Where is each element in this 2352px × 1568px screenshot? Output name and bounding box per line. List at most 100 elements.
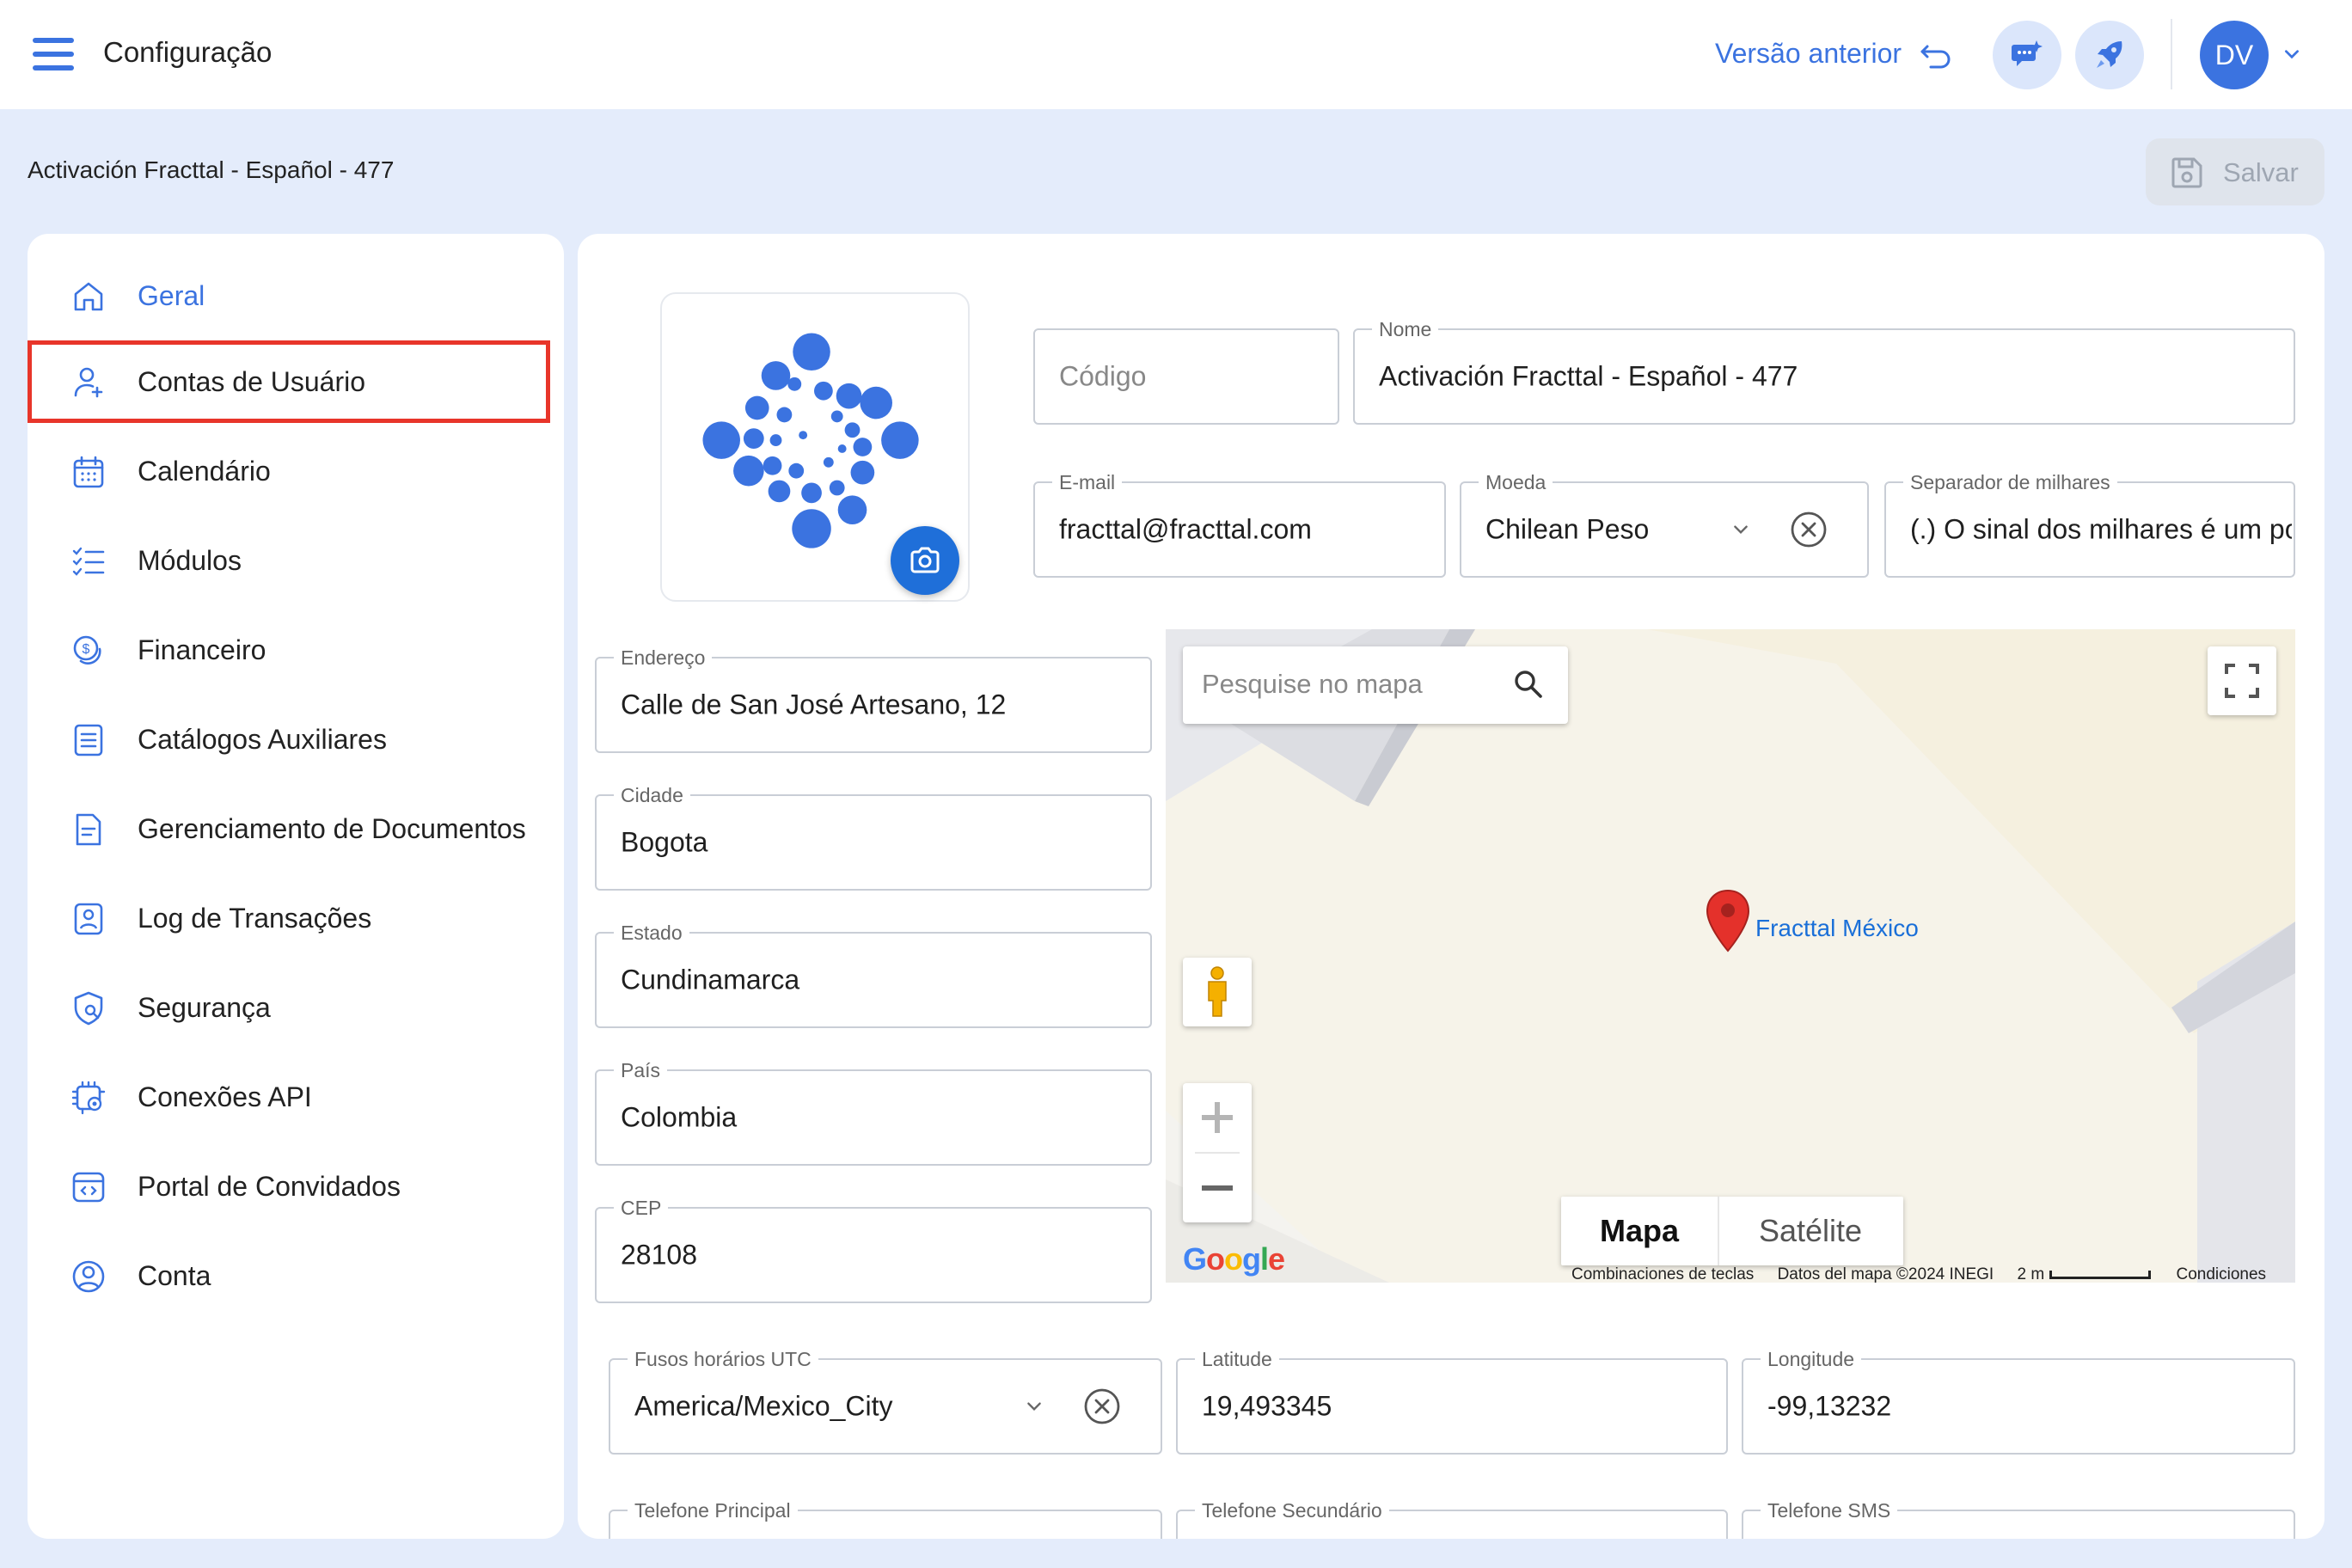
user-avatar[interactable]: DV xyxy=(2200,21,2269,89)
codigo-field[interactable]: Código xyxy=(1033,328,1339,425)
telefone-secundario-field[interactable]: Telefone Secundário xyxy=(1176,1499,1728,1539)
nome-label: Nome xyxy=(1372,318,1439,341)
security-icon xyxy=(74,991,103,1026)
clear-icon[interactable] xyxy=(1083,1387,1121,1425)
pais-value: Colombia xyxy=(621,1101,738,1133)
cidade-label: Cidade xyxy=(614,784,690,807)
telefone-sms-field[interactable]: Telefone SMS xyxy=(1742,1499,2295,1539)
cidade-field[interactable]: Cidade Bogota xyxy=(595,784,1152,891)
hamburger-menu-icon[interactable] xyxy=(33,38,76,72)
map-tiles xyxy=(1166,629,2295,1283)
map-scale-bar xyxy=(2049,1270,2152,1279)
previous-version-link[interactable]: Versão anterior xyxy=(1715,38,1902,70)
separador-value: (.) O sinal dos milhares é um ponto xyxy=(1910,513,2292,545)
fuso-horario-select[interactable]: Fusos horários UTC America/Mexico_City xyxy=(609,1348,1162,1455)
checklist-icon xyxy=(72,547,105,576)
telefone-principal-label: Telefone Principal xyxy=(628,1499,798,1522)
street-view-pegman[interactable] xyxy=(1183,958,1252,1026)
sidebar-item-modulos[interactable]: Módulos xyxy=(28,519,550,602)
sidebar-item-catalogos-auxiliares[interactable]: Catálogos Auxiliares xyxy=(28,698,550,781)
chevron-down-icon[interactable] xyxy=(2282,45,2301,64)
sidebar-item-label: Segurança xyxy=(138,992,271,1023)
sidebar-item-conta[interactable]: Conta xyxy=(28,1234,550,1317)
sidebar-item-gerenciamento-de-documentos[interactable]: Gerenciamento de Documentos xyxy=(28,787,550,870)
top-bar: Configuração Versão anterior DV xyxy=(0,0,2352,109)
document-icon xyxy=(76,813,101,846)
undo-icon[interactable] xyxy=(1919,38,1953,72)
sidebar-item-portal-de-convidados[interactable]: Portal de Convidados xyxy=(28,1145,550,1228)
save-button[interactable]: Salvar xyxy=(2146,138,2324,205)
map-pin-icon[interactable] xyxy=(1704,887,1752,956)
moeda-select[interactable]: Moeda Chilean Peso xyxy=(1460,471,1869,578)
chat-ai-button[interactable] xyxy=(1993,21,2061,89)
moeda-value: Chilean Peso xyxy=(1485,513,1650,545)
telefone-secundario-label: Telefone Secundário xyxy=(1195,1499,1389,1522)
endereco-field[interactable]: Endereço Calle de San José Artesano, 12 xyxy=(595,646,1152,753)
sidebar-item-label: Geral xyxy=(138,280,205,311)
longitude-field[interactable]: Longitude -99,13232 xyxy=(1742,1348,2295,1455)
home-icon xyxy=(74,282,103,311)
settings-sidebar: Geral Contas de Usuário Calendário Módul… xyxy=(28,234,564,1539)
map-fullscreen-button[interactable] xyxy=(2208,646,2276,715)
map-type-control: Mapa Satélite xyxy=(1561,1197,1903,1265)
general-settings-panel: Código Nome Activación Fracttal - Españo… xyxy=(578,234,2324,1539)
sidebar-item-contas-de-usuario[interactable]: Contas de Usuário xyxy=(28,340,550,423)
map-keyboard-shortcuts[interactable]: Combinaciones de teclas xyxy=(1571,1265,1754,1283)
upload-logo-button[interactable] xyxy=(891,526,959,595)
sidebar-item-calendario[interactable]: Calendário xyxy=(28,430,550,512)
chevron-down-icon[interactable] xyxy=(1731,520,1750,539)
svg-text:$: $ xyxy=(83,642,90,657)
nome-field[interactable]: Nome Activación Fracttal - Español - 477 xyxy=(1353,318,2295,425)
onboarding-rocket-button[interactable] xyxy=(2075,21,2144,89)
company-name-heading: Activación Fracttal - Español - 477 xyxy=(28,156,395,183)
latitude-field[interactable]: Latitude 19,493345 xyxy=(1176,1348,1728,1455)
camera-icon xyxy=(910,547,940,573)
map-terms-link[interactable]: Condiciones xyxy=(2176,1265,2266,1283)
chevron-down-icon[interactable] xyxy=(1025,1397,1044,1416)
google-logo: Google xyxy=(1183,1241,1285,1277)
cep-label: CEP xyxy=(614,1197,669,1220)
map-pin-label[interactable]: Fracttal México xyxy=(1755,915,1919,942)
latitude-value: 19,493345 xyxy=(1202,1390,1332,1422)
email-value: fracttal@fracttal.com xyxy=(1059,513,1312,545)
map-zoom-controls xyxy=(1183,1083,1252,1222)
sidebar-item-log-de-transacoes[interactable]: Log de Transações xyxy=(28,877,550,959)
separador-label: Separador de milhares xyxy=(1903,471,2117,494)
map-type-mapa[interactable]: Mapa xyxy=(1561,1197,1718,1265)
sidebar-item-financeiro[interactable]: $ Financeiro xyxy=(28,609,550,691)
map-type-satelite[interactable]: Satélite xyxy=(1718,1197,1902,1265)
calendar-icon xyxy=(73,456,104,488)
email-label: E-mail xyxy=(1052,471,1123,494)
search-icon[interactable] xyxy=(1511,667,1546,701)
sidebar-item-label: Conta xyxy=(138,1260,211,1291)
sidebar-item-label: Log de Transações xyxy=(138,903,372,934)
save-icon xyxy=(2171,157,2202,188)
latitude-label: Latitude xyxy=(1195,1348,1279,1371)
clear-icon[interactable] xyxy=(1790,511,1828,548)
cep-field[interactable]: CEP 28108 xyxy=(595,1197,1152,1303)
estado-field[interactable]: Estado Cundinamarca xyxy=(595,922,1152,1028)
pais-label: País xyxy=(614,1059,668,1082)
zoom-in-icon[interactable] xyxy=(1183,1083,1252,1152)
sidebar-item-conexoes-api[interactable]: Conexões API xyxy=(28,1056,550,1138)
sidebar-item-seguranca[interactable]: Segurança xyxy=(28,966,550,1049)
separador-milhares-select[interactable]: Separador de milhares (.) O sinal dos mi… xyxy=(1884,471,2295,578)
email-field[interactable]: E-mail fracttal@fracttal.com xyxy=(1033,471,1446,578)
estado-label: Estado xyxy=(614,922,689,945)
map-data-attribution: Datos del mapa ©2024 INEGI xyxy=(1777,1265,1994,1283)
zoom-out-icon[interactable] xyxy=(1183,1154,1252,1222)
fullscreen-icon xyxy=(2225,664,2259,698)
telefone-principal-field[interactable]: Telefone Principal xyxy=(609,1499,1162,1539)
sidebar-item-label: Gerenciamento de Documentos xyxy=(138,813,526,844)
nome-value: Activación Fracttal - Español - 477 xyxy=(1379,360,1798,392)
sidebar-item-label: Conexões API xyxy=(138,1081,312,1112)
sidebar-item-label: Catálogos Auxiliares xyxy=(138,724,387,755)
sidebar-item-geral[interactable]: Geral xyxy=(28,254,550,337)
moeda-label: Moeda xyxy=(1479,471,1553,494)
pais-field[interactable]: País Colombia xyxy=(595,1059,1152,1166)
estado-value: Cundinamarca xyxy=(621,964,800,995)
telefone-sms-label: Telefone SMS xyxy=(1761,1499,1898,1522)
map-search-input[interactable]: Pesquise no mapa xyxy=(1183,646,1568,724)
account-icon xyxy=(72,1260,105,1293)
location-map[interactable]: Pesquise no mapa Fracttal México Mapa Sa… xyxy=(1166,629,2295,1283)
